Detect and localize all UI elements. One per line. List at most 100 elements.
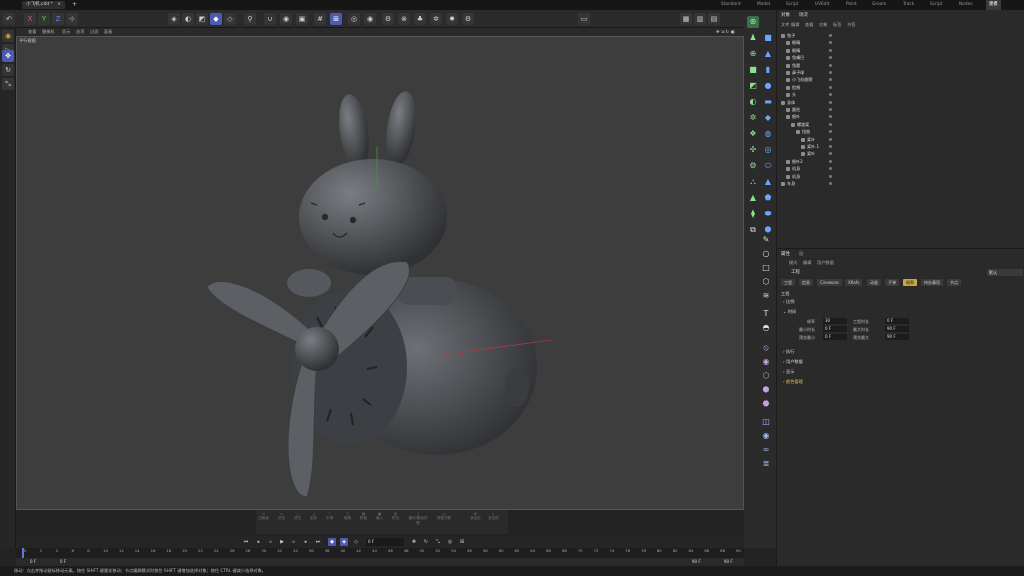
min-time-field[interactable]: 0 F <box>823 326 847 332</box>
vectorize-icon[interactable]: ◓ <box>760 322 772 334</box>
prev-frame-icon[interactable]: ◃ <box>266 538 274 546</box>
visibility-toggle[interactable] <box>829 137 832 141</box>
polygon-icon[interactable]: ◆ <box>762 112 774 124</box>
visibility-toggle[interactable] <box>829 167 832 171</box>
layout-tab-model[interactable]: Model <box>757 0 770 10</box>
tool-extrude-2[interactable]: △ 挤压 <box>292 512 303 532</box>
attrmenu-userdata[interactable]: 用户数据 <box>817 260 834 266</box>
save-icon[interactable]: ▭ <box>578 13 590 25</box>
viewport[interactable]: 平行视图 <box>16 36 744 510</box>
object-row[interactable]: 桨叶.1 <box>801 143 871 150</box>
viewport-layout-3-icon[interactable]: ▤ <box>708 13 720 25</box>
key-pla-icon[interactable]: ⊞ <box>458 538 466 546</box>
uv-mode-icon[interactable]: ◇ <box>224 13 236 25</box>
move-icon[interactable]: ✥ <box>2 50 14 62</box>
preset-dropdown[interactable]: 默认 <box>987 269 1023 276</box>
tool-polygon-2[interactable]: ▯ 多边形 <box>488 512 499 532</box>
tab-objects[interactable]: 对象 <box>781 12 790 18</box>
visibility-toggle[interactable] <box>829 130 832 134</box>
sphere-icon[interactable]: ◍ <box>762 128 774 140</box>
section-display[interactable]: › 显示 <box>783 369 794 375</box>
live-select-icon[interactable]: ◉ <box>2 30 14 42</box>
viewport-menu-display[interactable]: 显示 <box>62 28 70 36</box>
viewport-layout-icon[interactable]: ▦ <box>680 13 692 25</box>
tool-coords[interactable]: ◿ 坐标 <box>308 512 319 532</box>
next-key-icon[interactable]: ▸ <box>302 538 310 546</box>
visibility-toggle[interactable] <box>829 145 832 148</box>
tool-bevel[interactable]: ▢ 倒角 <box>342 512 353 532</box>
close-icon[interactable]: × <box>57 2 61 7</box>
rotate-icon[interactable]: ↻ <box>2 64 14 76</box>
object-row[interactable]: 车身 <box>781 180 851 187</box>
pyramid-icon[interactable]: ▲ <box>762 176 774 188</box>
material-icon[interactable]: ♣ <box>414 13 426 25</box>
objmenu-file[interactable]: 文件 <box>781 22 789 28</box>
render-settings-icon[interactable]: ⚙ <box>382 13 394 25</box>
capsule-icon[interactable]: ⬭ <box>762 160 774 172</box>
file-tab[interactable]: 小飞机.c4d * × <box>22 1 66 9</box>
undo-icon[interactable]: ↶ <box>3 13 15 25</box>
object-row[interactable]: 身体 <box>781 99 851 106</box>
object-row[interactable]: 机身 <box>786 173 856 180</box>
object-row[interactable]: 圆柱 <box>786 106 856 113</box>
visibility-toggle[interactable] <box>829 100 832 104</box>
taper-icon[interactable]: ⬡ <box>760 370 772 382</box>
object-row[interactable]: 眼睛 <box>786 39 856 46</box>
viewport-menu-filter[interactable]: 过滤 <box>90 28 98 36</box>
next-frame-icon[interactable]: ▹ <box>290 538 298 546</box>
scale-icon[interactable]: ⤡ <box>2 78 14 90</box>
coordinate-system-icon[interactable]: ⊹ <box>66 13 78 25</box>
chip-todo[interactable]: 待办事项 <box>921 279 943 286</box>
bulge-icon[interactable]: ⬢ <box>760 384 772 396</box>
range-bar[interactable]: 0 F 0 F 90 F 90 F <box>16 558 744 566</box>
object-row[interactable]: 兔子 <box>781 32 851 39</box>
autokey-icon[interactable]: ◈ <box>340 538 348 546</box>
objmenu-view[interactable]: 查看 <box>805 22 813 28</box>
project-time-field[interactable]: 0 F <box>885 318 909 324</box>
attrmenu-edit[interactable]: 编辑 <box>803 260 811 266</box>
viewport-layout-2-icon[interactable]: ▥ <box>694 13 706 25</box>
chip-animation[interactable]: 动画 <box>867 279 881 286</box>
viewport-menu-view[interactable]: 查看 <box>28 28 36 36</box>
objmenu-bookmarks[interactable]: 书签 <box>847 22 855 28</box>
chip-framerate[interactable]: 帧率 <box>903 279 917 286</box>
fps-field[interactable]: 30 <box>823 318 847 324</box>
layout-tab-script-2[interactable]: Script <box>930 0 942 10</box>
tab-attributes[interactable]: 属性 <box>781 251 790 257</box>
cloner-icon[interactable]: ♟ <box>747 32 759 44</box>
instance-icon[interactable]: ⧉ <box>747 224 759 236</box>
section-time[interactable]: ⌄ 时间 <box>783 309 796 315</box>
section-color-management[interactable]: › 颜色管理 <box>783 379 803 385</box>
tool-bridge[interactable]: ▤ 桥接 <box>358 512 369 532</box>
tab-layers[interactable]: 层 <box>799 251 804 257</box>
section-scale[interactable]: › 比例 <box>783 299 794 305</box>
workplane-icon[interactable]: ▣ <box>296 13 308 25</box>
layout-tab-nodes[interactable]: Nodes <box>959 0 972 10</box>
object-row[interactable]: 细叶 <box>786 113 856 120</box>
tool-extrude[interactable]: ▱ 挤压 <box>276 512 287 532</box>
key-scale-icon[interactable]: ⤡ <box>434 538 442 546</box>
grid-snap-icon[interactable]: ⊞ <box>330 13 342 25</box>
key-param-icon[interactable]: ◎ <box>446 538 454 546</box>
record-key-icon[interactable]: ◆ <box>328 538 336 546</box>
key-rot-icon[interactable]: ↻ <box>422 538 430 546</box>
render-queue-icon[interactable]: ⊗ <box>398 13 410 25</box>
null-object-icon[interactable]: ⊛ <box>747 16 759 28</box>
section-userdata[interactable]: › 用户数据 <box>783 359 803 365</box>
helix-spline-icon[interactable]: ≋ <box>760 290 772 302</box>
object-row[interactable]: 机身 <box>786 165 856 172</box>
objmenu-tags[interactable]: 标签 <box>833 22 841 28</box>
loft-icon[interactable]: ⧫ <box>747 208 759 220</box>
visibility-toggle[interactable] <box>829 78 832 82</box>
layout-tab-uvedit[interactable]: UVEdit <box>815 0 829 10</box>
section-execute[interactable]: › 执行 <box>783 349 794 355</box>
viewport-menu-panel[interactable]: 面板 <box>104 28 112 36</box>
settings-gear-icon[interactable]: ⚙ <box>462 13 474 25</box>
visibility-toggle[interactable] <box>829 115 832 119</box>
attrmenu-mode[interactable]: 模式 <box>789 260 797 266</box>
viewport-menu-camera[interactable]: 摄像机 <box>42 28 55 36</box>
object-row[interactable]: 螺旋桨 <box>791 121 861 128</box>
tab-takes[interactable]: 场次 <box>799 12 808 18</box>
playhead[interactable] <box>22 548 24 558</box>
object-row[interactable]: 头 <box>786 91 856 98</box>
